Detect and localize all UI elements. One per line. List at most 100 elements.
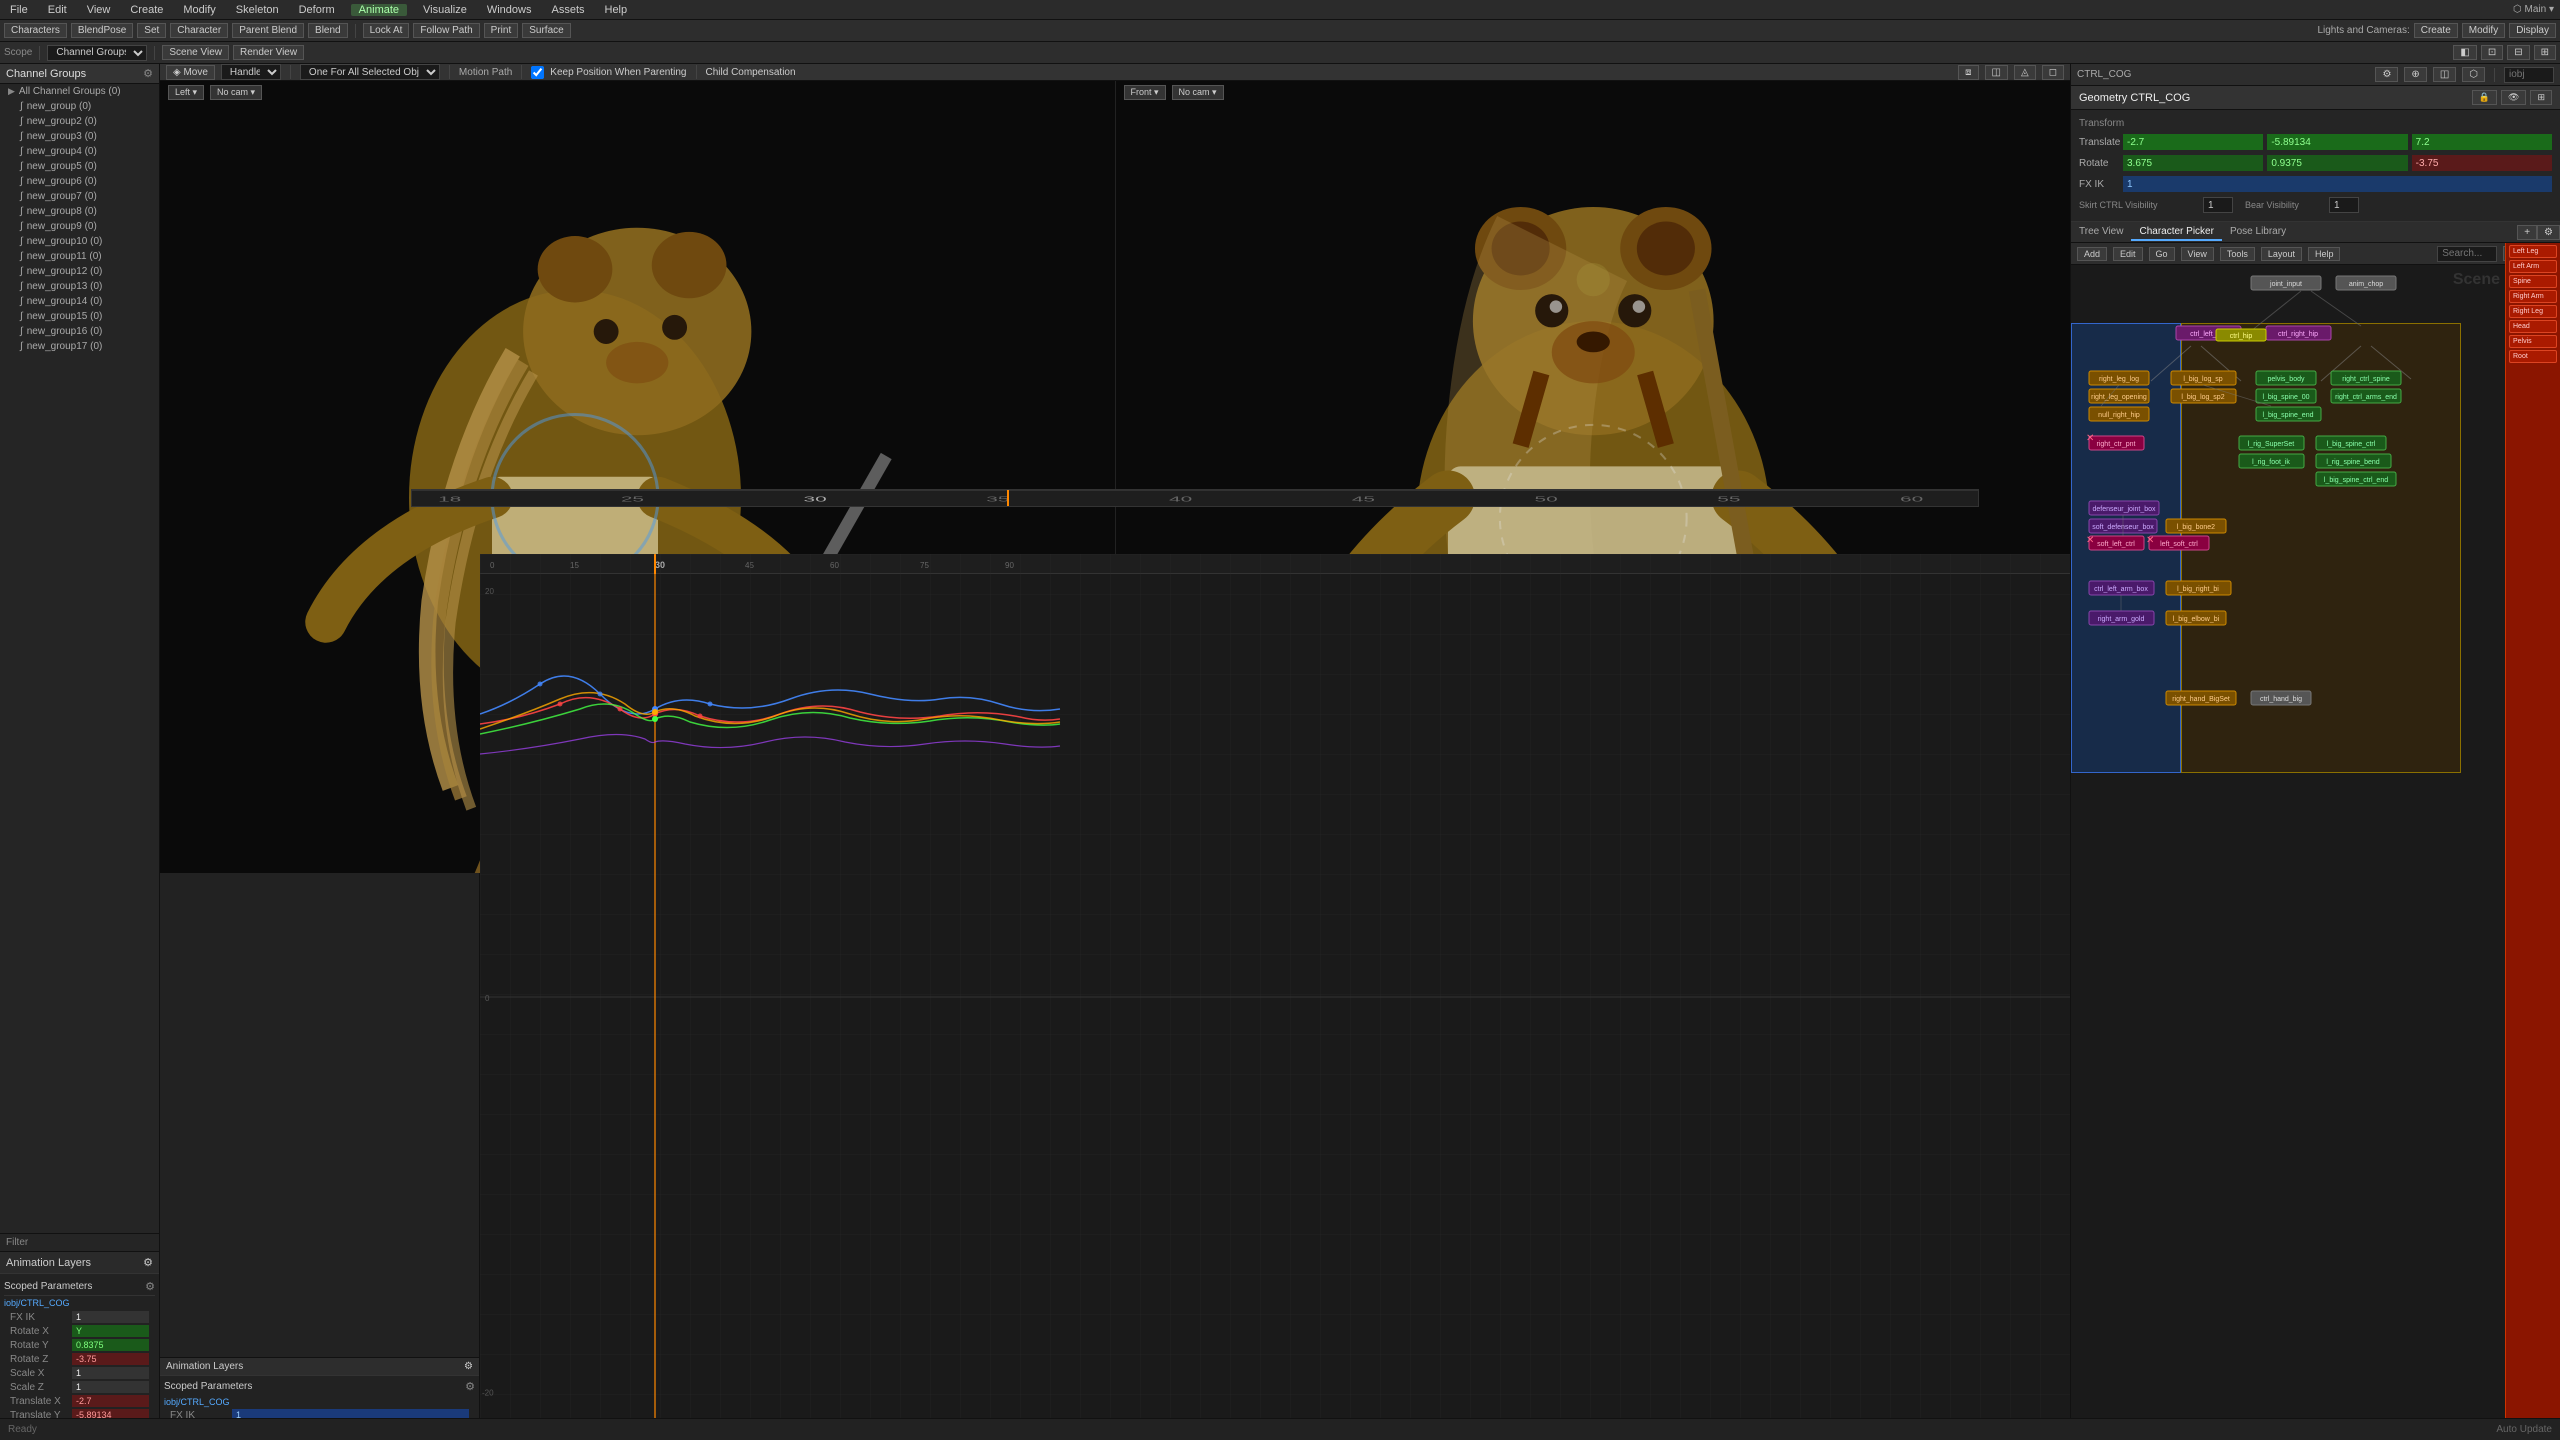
parent-blend-button[interactable]: Parent Blend <box>232 23 304 38</box>
scoped-params-settings[interactable]: ⚙ <box>145 1280 155 1293</box>
geo-icon-lock[interactable]: 🔒 <box>2472 90 2497 105</box>
graph-panel[interactable]: 0 15 30 45 60 75 90 <box>480 554 2070 1440</box>
list-item[interactable]: ∫ new_group9 (0) <box>0 219 159 234</box>
tab-poselibrary[interactable]: Pose Library <box>2222 224 2294 241</box>
menu-view[interactable]: View <box>83 4 115 16</box>
menu-animate[interactable]: Animate <box>351 4 407 16</box>
lock-at-button[interactable]: Lock At <box>363 23 410 38</box>
cam-icon-4[interactable]: ⊞ <box>2534 45 2556 60</box>
list-item[interactable]: ▶ All Channel Groups (0) <box>0 84 159 99</box>
one-for-all-select[interactable]: One For All Selected Objects <box>300 64 440 80</box>
node-graph-settings[interactable]: ⚙ <box>2537 225 2560 240</box>
list-item[interactable]: ∫ new_group16 (0) <box>0 324 159 339</box>
geo-icon-eye[interactable]: 👁 <box>2501 90 2526 105</box>
translate-z-field[interactable]: 7.2 <box>2412 134 2552 150</box>
node-edit-btn[interactable]: Edit <box>2113 247 2143 261</box>
rotate-y-field[interactable]: 0.9375 <box>2267 155 2407 171</box>
move-button[interactable]: ◈ Move <box>166 65 215 80</box>
node-layout-btn[interactable]: Layout <box>2261 247 2302 261</box>
menu-file[interactable]: File <box>6 4 32 16</box>
set-button[interactable]: Set <box>137 23 166 38</box>
menu-windows[interactable]: Windows <box>483 4 536 16</box>
timeline-ruler[interactable]: 18 25 30 35 40 45 50 55 60 <box>411 489 1979 507</box>
node-go-btn[interactable]: Go <box>2149 247 2175 261</box>
menu-modify[interactable]: Modify <box>179 4 219 16</box>
modify-button[interactable]: Modify <box>2462 23 2505 38</box>
menu-skeleton[interactable]: Skeleton <box>232 4 283 16</box>
list-item[interactable]: ∫ new_group13 (0) <box>0 279 159 294</box>
scoped-settings-icon[interactable]: ⚙ <box>465 1380 475 1393</box>
fxik-field[interactable]: 1 <box>2123 176 2552 192</box>
channel-groups-settings[interactable]: ⚙ <box>143 67 153 80</box>
follow-path-button[interactable]: Follow Path <box>413 23 479 38</box>
translate-x-field[interactable]: -2.7 <box>2123 134 2263 150</box>
viewport-icon-2[interactable]: ◫ <box>1985 65 2008 80</box>
anim-layers-settings-icon[interactable]: ⚙ <box>143 1256 153 1269</box>
keep-position-checkbox[interactable] <box>531 66 544 79</box>
menu-help[interactable]: Help <box>601 4 632 16</box>
menu-edit[interactable]: Edit <box>44 4 71 16</box>
right-icon-1[interactable]: ⚙ <box>2375 67 2398 82</box>
anim-layers-bottom-settings[interactable]: ⚙ <box>464 1361 473 1372</box>
blendpose-button[interactable]: BlendPose <box>71 23 133 38</box>
node-graph-add[interactable]: + <box>2517 225 2537 240</box>
list-item[interactable]: ∫ new_group8 (0) <box>0 204 159 219</box>
bear-val-input[interactable] <box>2329 197 2359 213</box>
viewport-icon-1[interactable]: ⧈ <box>1958 65 1978 80</box>
menu-visualize[interactable]: Visualize <box>419 4 471 16</box>
rotate-x-field[interactable]: 3.675 <box>2123 155 2263 171</box>
display-button[interactable]: Display <box>2509 23 2556 38</box>
list-item[interactable]: ∫ new_group15 (0) <box>0 309 159 324</box>
node-view-btn[interactable]: View <box>2181 247 2214 261</box>
right-icon-4[interactable]: ⬡ <box>2462 67 2485 82</box>
node-help-btn[interactable]: Help <box>2308 247 2341 261</box>
surface-button[interactable]: Surface <box>522 23 570 38</box>
left-nocam-button[interactable]: No cam ▾ <box>210 85 262 100</box>
tab-charpicker[interactable]: Character Picker <box>2131 224 2221 241</box>
render-view-tab[interactable]: Render View <box>233 45 304 60</box>
list-item[interactable]: ∫ new_group10 (0) <box>0 234 159 249</box>
handle-mode-select[interactable]: Handle Mode <box>221 64 281 80</box>
list-item[interactable]: ∫ new_group (0) <box>0 99 159 114</box>
left-cam-button[interactable]: Left ▾ <box>168 85 204 100</box>
tab-treeview[interactable]: Tree View <box>2071 224 2131 241</box>
node-search[interactable] <box>2437 246 2497 262</box>
viewport-icon-3[interactable]: ◬ <box>2014 65 2036 80</box>
viewport-icon-4[interactable]: ◻ <box>2042 65 2064 80</box>
cam-icon-2[interactable]: ⊡ <box>2481 45 2503 60</box>
list-item[interactable]: ∫ new_group12 (0) <box>0 264 159 279</box>
scene-view-tab[interactable]: Scene View <box>162 45 229 60</box>
right-icon-2[interactable]: ⊕ <box>2404 67 2426 82</box>
list-item[interactable]: ∫ new_group17 (0) <box>0 339 159 354</box>
print-button[interactable]: Print <box>484 23 519 38</box>
create-button[interactable]: Create <box>2414 23 2458 38</box>
menu-create[interactable]: Create <box>126 4 167 16</box>
cam-icon-3[interactable]: ⊟ <box>2507 45 2529 60</box>
channel-groups-select[interactable]: Channel Groups <box>47 45 147 61</box>
list-item[interactable]: ∫ new_group6 (0) <box>0 174 159 189</box>
right-icon-3[interactable]: ◫ <box>2433 67 2456 82</box>
list-item[interactable]: ∫ new_group7 (0) <box>0 189 159 204</box>
menu-deform[interactable]: Deform <box>295 4 339 16</box>
list-item[interactable]: ∫ new_group14 (0) <box>0 294 159 309</box>
translate-y-field[interactable]: -5.89134 <box>2267 134 2407 150</box>
list-item[interactable]: ∫ new_group4 (0) <box>0 144 159 159</box>
characters-button[interactable]: Characters <box>4 23 67 38</box>
list-item[interactable]: ∫ new_group3 (0) <box>0 129 159 144</box>
cam-icon-1[interactable]: ◧ <box>2453 45 2476 60</box>
node-tools-btn[interactable]: Tools <box>2220 247 2255 261</box>
front-cam-button[interactable]: Front ▾ <box>1124 85 1166 100</box>
node-graph[interactable]: Add Edit Go View Tools Layout Help ⊕ ⊟ S… <box>2071 243 2560 1440</box>
blend-button[interactable]: Blend <box>308 23 348 38</box>
rotate-z-field[interactable]: -3.75 <box>2412 155 2552 171</box>
list-item[interactable]: ∫ new_group2 (0) <box>0 114 159 129</box>
list-item[interactable]: ∫ new_group5 (0) <box>0 159 159 174</box>
search-input-right[interactable] <box>2504 67 2554 83</box>
geo-icon-expand[interactable]: ⊞ <box>2530 90 2552 105</box>
right-nocam-button[interactable]: No cam ▾ <box>1172 85 1224 100</box>
node-add-btn[interactable]: Add <box>2077 247 2107 261</box>
character-button[interactable]: Character <box>170 23 228 38</box>
menu-assets[interactable]: Assets <box>547 4 588 16</box>
list-item[interactable]: ∫ new_group11 (0) <box>0 249 159 264</box>
skirt-val-input[interactable] <box>2203 197 2233 213</box>
